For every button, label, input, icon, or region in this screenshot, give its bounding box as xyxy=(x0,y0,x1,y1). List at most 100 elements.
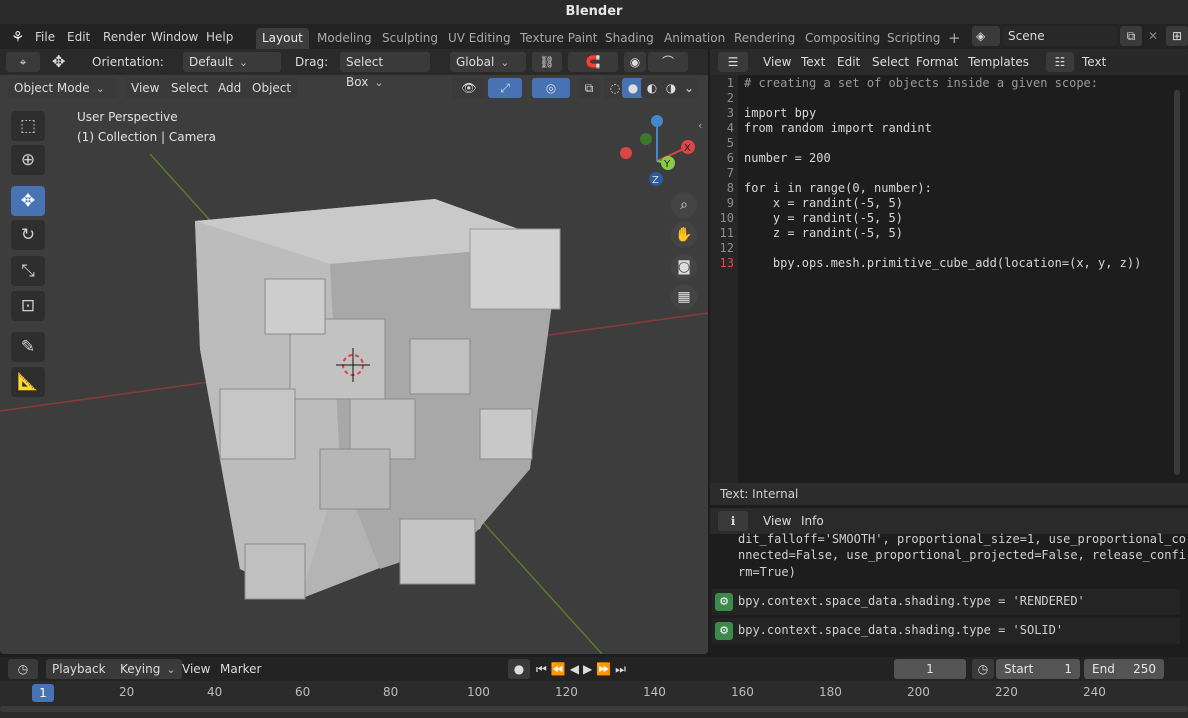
text-editor-body[interactable] xyxy=(710,75,1188,483)
camera-view-icon[interactable]: ◙ xyxy=(671,254,697,280)
falloff-icon[interactable]: ⌒ xyxy=(648,52,688,72)
annotate-tool-icon[interactable]: ✎ xyxy=(11,332,45,362)
rendered-shading-icon[interactable]: ◑ xyxy=(660,78,682,98)
line-number: 3 xyxy=(726,106,734,120)
proportional-edit-icon[interactable]: ◉ xyxy=(624,52,646,72)
navigation-gizmo[interactable]: X Y Z xyxy=(612,111,702,191)
delete-scene-icon[interactable]: ✕ xyxy=(1142,26,1164,46)
te-menu-select[interactable]: Select xyxy=(872,52,909,72)
playhead[interactable]: 1 xyxy=(32,684,54,702)
menu-file[interactable]: File xyxy=(32,28,58,46)
visibility-icon[interactable]: 👁 xyxy=(452,78,486,98)
code-line[interactable]: from random import randint xyxy=(744,121,932,135)
editor-type-icon[interactable]: ⌖ xyxy=(6,52,40,72)
start-frame-field[interactable]: Start 1 xyxy=(996,659,1080,679)
tab-sculpting[interactable]: Sculpting xyxy=(376,28,444,49)
ortho-grid-icon[interactable]: ▦ xyxy=(671,284,697,310)
tl-menu-marker[interactable]: Marker xyxy=(220,659,261,679)
te-menu-text[interactable]: Text xyxy=(801,52,825,72)
menu-render[interactable]: Render xyxy=(100,28,149,46)
te-menu-view[interactable]: View xyxy=(763,52,791,72)
menu-select[interactable]: Select xyxy=(165,78,215,98)
rotate-tool-icon[interactable]: ↻ xyxy=(11,220,45,250)
menu-add[interactable]: Add xyxy=(212,78,248,98)
end-frame-field[interactable]: End 250 xyxy=(1084,659,1164,679)
menu-edit[interactable]: Edit xyxy=(64,28,93,46)
new-scene-icon[interactable]: ⧉ xyxy=(1120,26,1142,46)
te-menu-templates[interactable]: Templates xyxy=(968,52,1029,72)
3d-viewport[interactable]: ⬚ ⊕ ✥ ↻ ⤡ ⊡ ✎ 📐 User Perspective (1) Col… xyxy=(0,49,708,654)
code-line[interactable]: import bpy xyxy=(744,106,816,120)
add-workspace-icon[interactable]: + xyxy=(942,28,967,49)
info-log-text: nnected=False, use_proportional_projecte… xyxy=(738,548,1186,562)
menu-help[interactable]: Help xyxy=(203,28,236,46)
te-menu-edit[interactable]: Edit xyxy=(837,52,860,72)
info-entry[interactable]: ⚙ bpy.context.space_data.shading.type = … xyxy=(712,618,1180,644)
tab-layout[interactable]: Layout xyxy=(256,28,309,49)
cursor-tool-icon[interactable]: ⊕ xyxy=(11,145,45,175)
tab-uv-editing[interactable]: UV Editing xyxy=(442,28,517,49)
tab-animation[interactable]: Animation xyxy=(658,28,731,49)
keying-menu[interactable]: Keying xyxy=(114,659,182,679)
code-line[interactable]: # creating a set of objects inside a giv… xyxy=(744,76,1098,90)
transform-gizmo-icon[interactable]: ✥ xyxy=(52,52,65,72)
info-menu-info[interactable]: Info xyxy=(801,511,824,531)
zoom-icon[interactable]: ⌕ xyxy=(671,192,697,218)
info-editor-type-icon[interactable]: ℹ xyxy=(718,511,748,531)
xray-icon[interactable]: ⧉ xyxy=(578,78,600,98)
code-line[interactable]: y = randint(-5, 5) xyxy=(744,211,903,225)
frame-tick: 220 xyxy=(995,685,1018,699)
scene-name-field[interactable]: Scene xyxy=(1002,26,1118,46)
tab-modeling[interactable]: Modeling xyxy=(311,28,378,49)
move-tool-icon[interactable]: ✥ xyxy=(11,186,45,216)
gizmo-toggle-icon[interactable]: ⤢ xyxy=(488,78,522,98)
tab-scripting[interactable]: Scripting xyxy=(881,28,946,49)
text-datablock-name[interactable]: Text xyxy=(1076,52,1186,72)
text-editor-type-icon[interactable]: ☰ xyxy=(718,52,748,72)
playback-controls-icon[interactable]: ⏮⏪◀▶⏩⏭ xyxy=(536,659,630,679)
tab-texture-paint[interactable]: Texture Paint xyxy=(514,28,603,49)
current-frame-field[interactable]: 1 xyxy=(894,659,966,679)
tl-menu-view[interactable]: View xyxy=(182,659,210,679)
tab-rendering[interactable]: Rendering xyxy=(728,28,801,49)
info-entry[interactable]: ⚙ bpy.context.space_data.shading.type = … xyxy=(712,589,1180,615)
frame-tick: 40 xyxy=(207,685,223,699)
code-line[interactable]: for i in range(0, number): xyxy=(744,181,932,195)
text-scrollbar[interactable] xyxy=(1174,90,1180,475)
menu-window[interactable]: Window xyxy=(148,28,201,46)
overlay-toggle-icon[interactable]: ◎ xyxy=(532,78,570,98)
collapse-sidebar-icon[interactable]: ‹ xyxy=(698,119,702,132)
shading-options-icon[interactable]: ⌄ xyxy=(680,78,698,98)
info-menu-view[interactable]: View xyxy=(763,511,791,531)
preview-range-icon[interactable]: ◷ xyxy=(972,659,994,679)
code-line[interactable]: z = randint(-5, 5) xyxy=(744,226,903,240)
scale-tool-icon[interactable]: ⤡ xyxy=(11,256,45,286)
menu-view[interactable]: View xyxy=(125,78,166,98)
record-icon[interactable]: ● xyxy=(508,659,530,679)
code-line[interactable]: number = 200 xyxy=(744,151,831,165)
transform-tool-icon[interactable]: ⊡ xyxy=(11,291,45,321)
pan-hand-icon[interactable]: ✋ xyxy=(671,222,697,248)
tab-shading[interactable]: Shading xyxy=(599,28,660,49)
snap-icon[interactable]: 🧲 xyxy=(568,52,618,72)
pivot-point-icon[interactable]: ⛓ xyxy=(532,52,562,72)
drag-dropdown[interactable]: Select Box xyxy=(340,52,430,89)
tab-compositing[interactable]: Compositing xyxy=(799,28,886,49)
blender-logo-icon[interactable]: ⚘ xyxy=(8,28,27,46)
code-line-current[interactable]: bpy.ops.mesh.primitive_cube_add(location… xyxy=(744,256,1141,270)
measure-tool-icon[interactable]: 📐 xyxy=(11,367,45,397)
text-datablock-icon[interactable]: ☷ xyxy=(1046,52,1074,72)
code-line[interactable]: x = randint(-5, 5) xyxy=(744,196,903,210)
frame-tick: 100 xyxy=(467,685,490,699)
mode-dropdown[interactable]: Object Mode xyxy=(8,78,118,98)
transform-orientation-dropdown[interactable]: Global xyxy=(450,52,526,72)
select-box-tool-icon[interactable]: ⬚ xyxy=(11,111,45,141)
timeline-editor-type-icon[interactable]: ◷ xyxy=(8,659,38,679)
view-layer-icon[interactable]: ⊞ xyxy=(1166,26,1188,46)
orientation-dropdown[interactable]: Default xyxy=(183,52,281,72)
te-menu-format[interactable]: Format xyxy=(916,52,958,72)
menu-object[interactable]: Object xyxy=(246,78,298,98)
operator-icon: ⚙ xyxy=(715,622,733,640)
timeline-scrollbar[interactable] xyxy=(0,706,1188,712)
scene-selector-icon[interactable]: ◈ xyxy=(972,26,1000,46)
